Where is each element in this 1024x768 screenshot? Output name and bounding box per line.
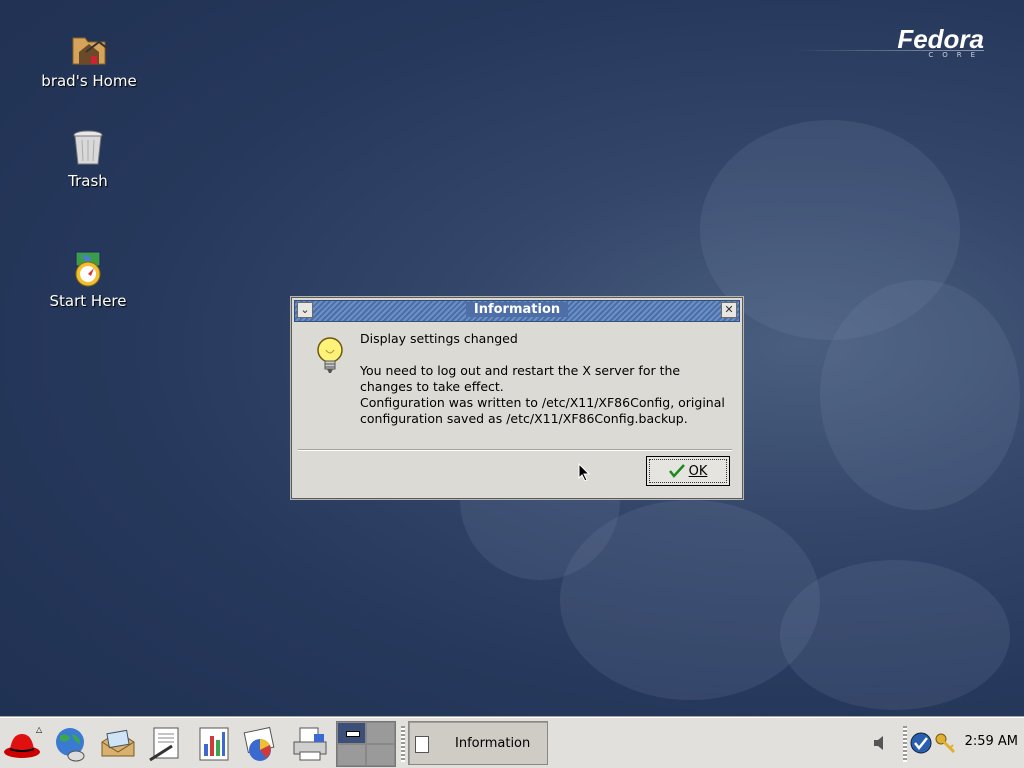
panel-grip[interactable] [401,726,405,762]
dialog-message: You need to log out and restart the X se… [360,363,730,427]
wallpaper-leaf [780,560,1010,710]
taskbar-label: Information [455,736,531,751]
desktop-icon-start-here[interactable]: Start Here [33,248,143,310]
tray-grip[interactable] [903,726,907,762]
checkmark-icon [668,464,685,478]
keys-icon[interactable] [934,732,956,754]
workspace-4[interactable] [366,744,395,766]
redhat-menu-icon[interactable]: △ [2,724,42,764]
trash-icon [73,130,103,165]
clock[interactable]: 2:59 AM [965,734,1018,749]
desktop-icon-label: Trash [68,172,108,190]
update-check-icon[interactable] [910,732,932,754]
dialog-title: Information [465,302,569,317]
taskbar-button-information[interactable]: Information [408,721,548,765]
window-icon [415,736,429,753]
close-button[interactable]: ✕ [721,302,737,318]
dialog-separator [298,449,732,451]
print-manager-icon[interactable] [290,724,330,764]
fedora-logo: Fedora CORE [794,24,984,59]
dialog-message-line: You need to log out and restart the X se… [360,363,681,394]
workspace-1[interactable] [337,722,366,744]
email-icon[interactable] [98,724,138,764]
ok-button-inner: OK [649,459,727,483]
volume-icon[interactable] [870,732,892,754]
svg-text:△: △ [36,725,42,734]
desktop-icon-home[interactable]: brad's Home [34,28,144,90]
dialog-title-wrap: Information [295,302,739,317]
home-folder-icon [72,37,109,65]
dialog-titlebar[interactable]: ⌄ Information ✕ [294,300,740,322]
bottom-panel: △ Information 2:59 AM [0,717,1024,768]
web-browser-icon[interactable] [50,724,90,764]
dialog-message-line: Configuration was written to /etc/X11/XF… [360,395,725,426]
desktop-icon-label: Start Here [49,292,127,310]
desktop-icon-label: brad's Home [41,72,137,90]
spreadsheet-icon[interactable] [194,724,234,764]
desktop-icon-trash[interactable]: Trash [33,128,143,190]
information-dialog: ⌄ Information ✕ Display settings changed… [291,297,743,499]
start-here-icon [75,251,101,287]
workspace-2[interactable] [366,722,395,744]
presentation-icon[interactable] [240,724,280,764]
writer-icon[interactable] [146,724,186,764]
workspace-3[interactable] [337,744,366,766]
mouse-cursor-icon [578,463,590,481]
wallpaper-leaf [820,280,1020,510]
ok-button[interactable]: OK [646,456,730,486]
fedora-logo-line [794,50,984,51]
close-icon: ✕ [724,303,734,316]
workspace-switcher[interactable] [336,721,396,767]
dialog-heading: Display settings changed [360,331,518,346]
ok-label: OK [688,463,708,479]
lightbulb-icon [317,337,343,373]
